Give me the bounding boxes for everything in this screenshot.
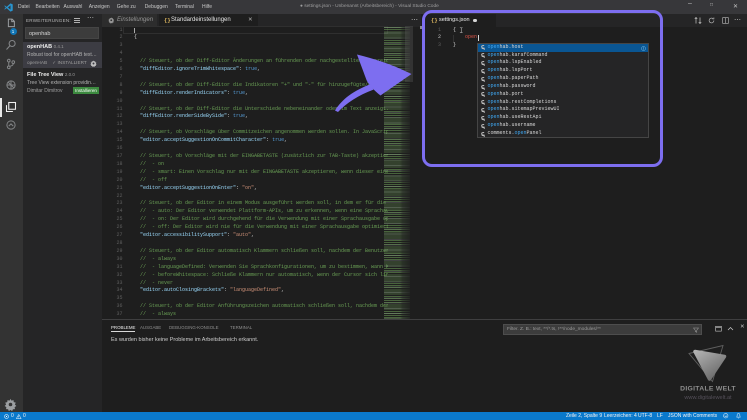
svg-text:DIGITALE WELT: DIGITALE WELT <box>680 386 736 393</box>
svg-text:www.digitalewelt.at: www.digitalewelt.at <box>683 395 732 401</box>
